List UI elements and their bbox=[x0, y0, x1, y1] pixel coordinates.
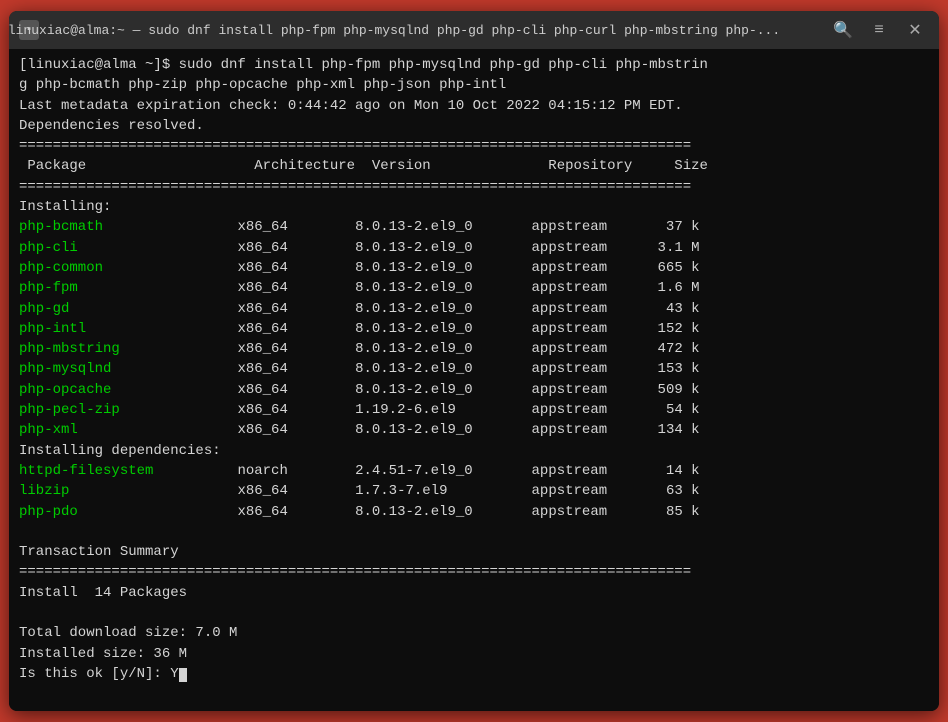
terminal-line: php-fpm x86_64 8.0.13-2.el9_0 appstream … bbox=[19, 278, 929, 298]
terminal-line: Is this ok [y/N]: Y bbox=[19, 664, 929, 684]
title-bar: ▪ linuxiac@alma:~ — sudo dnf install php… bbox=[9, 11, 939, 49]
terminal-line: php-pdo x86_64 8.0.13-2.el9_0 appstream … bbox=[19, 502, 929, 522]
terminal-window: ▪ linuxiac@alma:~ — sudo dnf install php… bbox=[9, 11, 939, 711]
terminal-line: ========================================… bbox=[19, 177, 929, 197]
terminal-line bbox=[19, 603, 929, 623]
terminal-line: Installed size: 36 M bbox=[19, 644, 929, 664]
window-title: linuxiac@alma:~ — sudo dnf install php-f… bbox=[9, 23, 829, 38]
terminal-line: php-intl x86_64 8.0.13-2.el9_0 appstream… bbox=[19, 319, 929, 339]
terminal-line: Install 14 Packages bbox=[19, 583, 929, 603]
terminal-line: ========================================… bbox=[19, 562, 929, 582]
terminal-line: Package Architecture Version Repository … bbox=[19, 156, 929, 176]
terminal-line: Transaction Summary bbox=[19, 542, 929, 562]
terminal-line: php-bcmath x86_64 8.0.13-2.el9_0 appstre… bbox=[19, 217, 929, 237]
terminal-line: php-opcache x86_64 8.0.13-2.el9_0 appstr… bbox=[19, 380, 929, 400]
terminal-line: php-mysqlnd x86_64 8.0.13-2.el9_0 appstr… bbox=[19, 359, 929, 379]
terminal-line: php-xml x86_64 8.0.13-2.el9_0 appstream … bbox=[19, 420, 929, 440]
terminal-line: php-common x86_64 8.0.13-2.el9_0 appstre… bbox=[19, 258, 929, 278]
terminal-line: libzip x86_64 1.7.3-7.el9 appstream 63 k bbox=[19, 481, 929, 501]
terminal-line: g php-bcmath php-zip php-opcache php-xml… bbox=[19, 75, 929, 95]
close-button[interactable]: ✕ bbox=[901, 16, 929, 44]
terminal-line: php-pecl-zip x86_64 1.19.2-6.el9 appstre… bbox=[19, 400, 929, 420]
title-bar-controls: 🔍 ≡ ✕ bbox=[829, 16, 929, 44]
terminal-line: php-mbstring x86_64 8.0.13-2.el9_0 appst… bbox=[19, 339, 929, 359]
terminal-body: [linuxiac@alma ~]$ sudo dnf install php-… bbox=[9, 49, 939, 711]
terminal-line: Installing: bbox=[19, 197, 929, 217]
terminal-line: php-cli x86_64 8.0.13-2.el9_0 appstream … bbox=[19, 238, 929, 258]
menu-button[interactable]: ≡ bbox=[865, 16, 893, 44]
search-button[interactable]: 🔍 bbox=[829, 16, 857, 44]
terminal-line: Dependencies resolved. bbox=[19, 116, 929, 136]
cursor bbox=[179, 668, 187, 682]
terminal-line: [linuxiac@alma ~]$ sudo dnf install php-… bbox=[19, 55, 929, 75]
terminal-line: ========================================… bbox=[19, 136, 929, 156]
terminal-line: php-gd x86_64 8.0.13-2.el9_0 appstream 4… bbox=[19, 299, 929, 319]
terminal-line: httpd-filesystem noarch 2.4.51-7.el9_0 a… bbox=[19, 461, 929, 481]
terminal-line: Last metadata expiration check: 0:44:42 … bbox=[19, 96, 929, 116]
terminal-line: Total download size: 7.0 M bbox=[19, 623, 929, 643]
terminal-line: Installing dependencies: bbox=[19, 441, 929, 461]
terminal-line bbox=[19, 522, 929, 542]
